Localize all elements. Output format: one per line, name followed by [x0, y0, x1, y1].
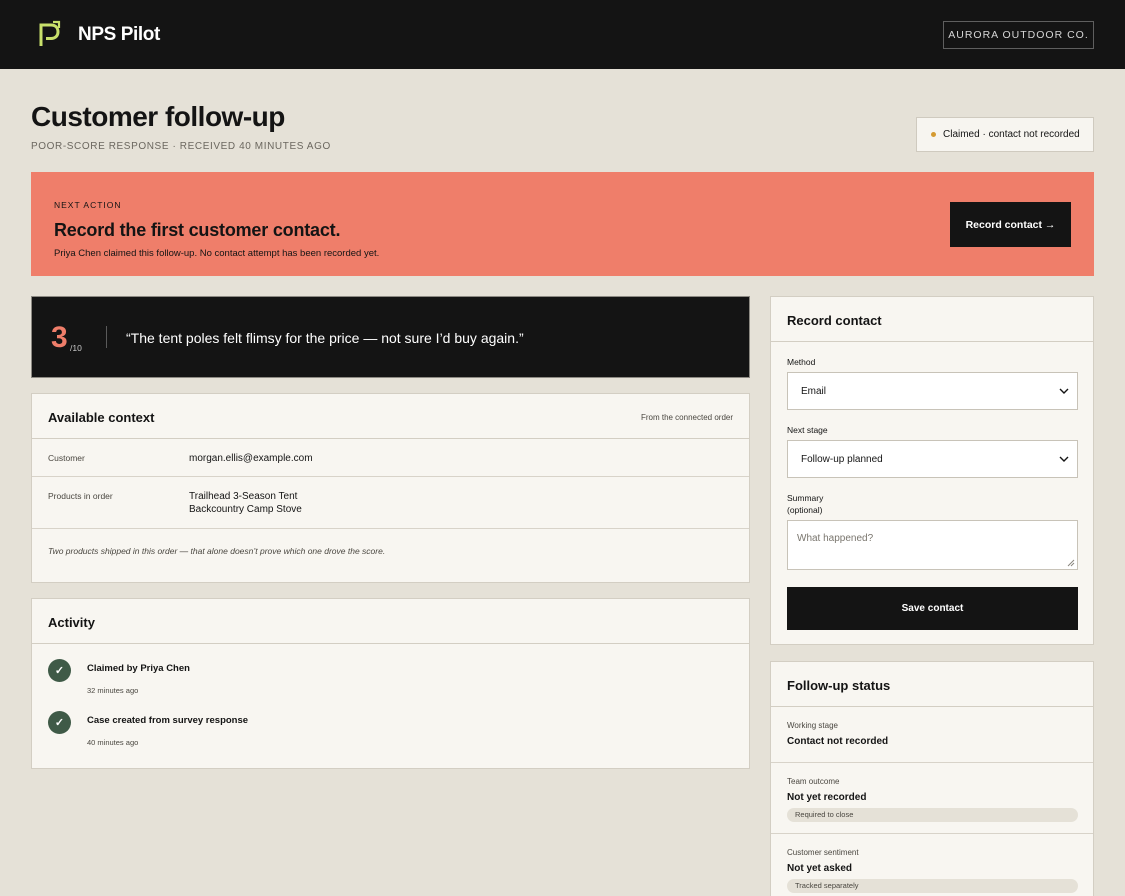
customer-email[interactable]: morgan.ellis@example.com: [189, 452, 313, 465]
banner-description: Priya Chen claimed this follow-up. No co…: [54, 248, 380, 259]
context-card-header: Available context From the connected ord…: [32, 394, 749, 439]
status-row-customer-sentiment: Customer sentiment Not yet asked Tracked…: [771, 834, 1093, 896]
followup-status-header: Follow-up status: [771, 662, 1093, 707]
organization-badge[interactable]: AURORA OUTDOOR CO.: [943, 21, 1094, 49]
activity-time: 40 minutes ago: [87, 738, 139, 747]
stage-select-value: Follow-up planned: [801, 453, 883, 465]
record-contact-header: Record contact: [771, 297, 1093, 342]
record-contact-card: Record contact Method Email Next stage F…: [770, 296, 1094, 645]
nps-response-card: 3 /10 “The tent poles felt flimsy for th…: [31, 296, 750, 378]
record-contact-button[interactable]: Record contact →: [950, 202, 1071, 247]
method-select-value: Email: [801, 385, 827, 397]
status-value: Not yet asked: [787, 863, 853, 874]
context-card-title: Available context: [48, 410, 155, 425]
activity-title: Case created from survey response: [87, 715, 249, 726]
activity-time: 32 minutes ago: [87, 686, 139, 695]
status-value: Contact not recorded: [787, 736, 889, 747]
status-dot-icon: [931, 132, 936, 137]
customer-quote: “The tent poles felt flimsy for the pric…: [126, 330, 524, 346]
context-row-customer: Customer morgan.ellis@example.com: [32, 439, 749, 477]
activity-card-header: Activity: [32, 599, 749, 644]
chevron-down-icon: [1059, 388, 1069, 394]
activity-card-title: Activity: [48, 615, 95, 630]
context-footnote-row: Two products shipped in this order — tha…: [32, 529, 749, 581]
status-row-working-stage: Working stage Contact not recorded: [771, 707, 1093, 763]
followup-status-card: Follow-up status Working stage Contact n…: [770, 661, 1094, 896]
stage-label: Next stage: [787, 425, 828, 435]
method-label: Method: [787, 357, 816, 367]
save-contact-button[interactable]: Save contact: [787, 587, 1078, 630]
status-row-team-outcome: Team outcome Not yet recorded Required t…: [771, 763, 1093, 834]
banner-eyebrow: NEXT ACTION: [54, 200, 122, 210]
product-item: Backcountry Camp Stove: [189, 504, 302, 515]
product-item: Trailhead 3-Season Tent: [189, 491, 298, 502]
context-source-note: From the connected order: [640, 413, 733, 422]
next-action-banner: NEXT ACTION Record the first customer co…: [31, 172, 1094, 276]
followup-status-title: Follow-up status: [787, 678, 891, 693]
case-status-text: Claimed · contact not recorded: [943, 129, 1080, 140]
chevron-down-icon: [1059, 456, 1069, 462]
status-label: Customer sentiment: [787, 848, 859, 857]
quote-divider: [106, 326, 107, 348]
summary-optional-hint: (optional): [787, 505, 823, 515]
context-card: Available context From the connected ord…: [31, 393, 750, 583]
context-label: Products in order: [48, 491, 113, 501]
record-contact-title: Record contact: [787, 313, 882, 328]
summary-textarea[interactable]: What happened?: [787, 520, 1078, 570]
context-label: Customer: [48, 453, 85, 463]
check-icon: ✓: [48, 659, 71, 682]
context-footnote: Two products shipped in this order — tha…: [48, 546, 386, 556]
resize-grip-icon[interactable]: [1067, 559, 1075, 567]
status-value: Not yet recorded: [787, 792, 867, 803]
p-arrow-logo-icon: [39, 20, 61, 46]
activity-title: Claimed by Priya Chen: [87, 663, 190, 674]
summary-label: Summary: [787, 493, 824, 503]
activity-card: Activity ✓ Claimed by Priya Chen 32 minu…: [31, 598, 750, 769]
stage-select[interactable]: Follow-up planned: [787, 440, 1078, 478]
status-label: Team outcome: [787, 777, 840, 786]
method-select[interactable]: Email: [787, 372, 1078, 410]
context-row-products: Products in order Trailhead 3-Season Ten…: [32, 477, 749, 529]
case-status-chip: Claimed · contact not recorded: [916, 117, 1094, 152]
nps-score: 3: [51, 321, 68, 354]
status-pill: Required to close: [787, 808, 1078, 822]
check-icon: ✓: [48, 711, 71, 734]
summary-placeholder: What happened?: [797, 533, 874, 544]
top-bar: NPS Pilot AURORA OUTDOOR CO.: [0, 0, 1125, 69]
status-pill: Tracked separately: [787, 879, 1078, 893]
app-name: NPS Pilot: [78, 24, 160, 45]
banner-title: Record the first customer contact.: [54, 220, 341, 240]
page-title: Customer follow-up: [31, 101, 285, 132]
nps-score-scale: /10: [70, 343, 82, 353]
status-label: Working stage: [787, 721, 838, 730]
page-subtitle: POOR-SCORE RESPONSE · RECEIVED 40 MINUTE…: [31, 141, 331, 152]
